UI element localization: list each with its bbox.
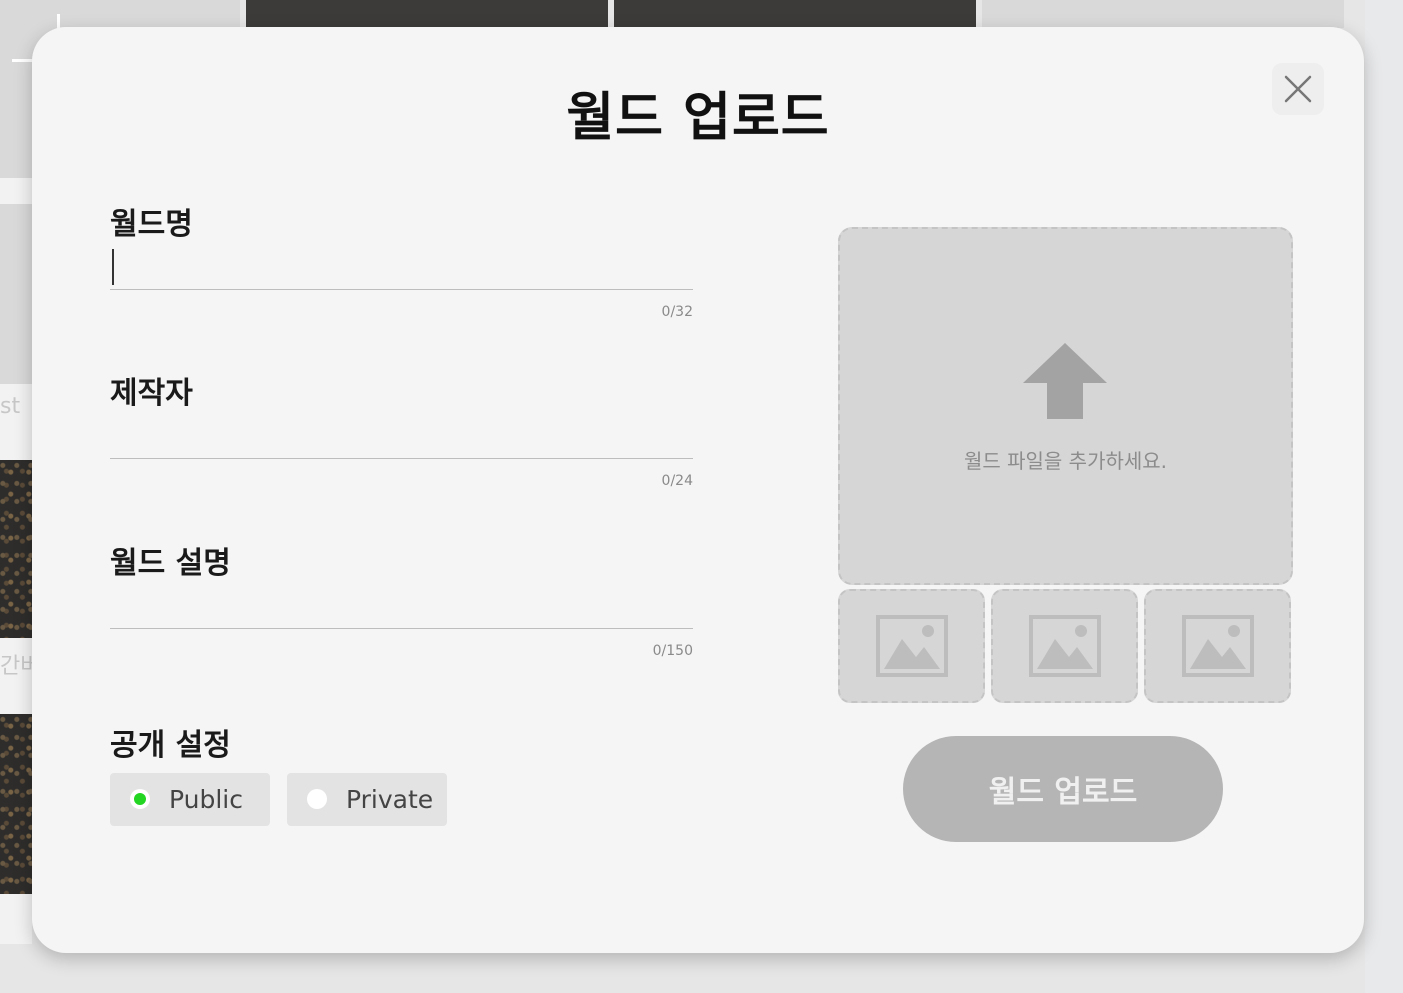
upload-submit-button[interactable]: 월드 업로드: [903, 736, 1223, 842]
bg-tile: [0, 178, 32, 204]
bg-scrollbar: [1365, 0, 1403, 993]
thumbnail-slot[interactable]: [838, 589, 985, 703]
thumbnail-slot[interactable]: [1144, 589, 1291, 703]
world-upload-modal: 월드 업로드 월드명 0/32 제작자 0/24 월드 설명 0/150 공개 …: [32, 27, 1364, 953]
modal-title: 월드 업로드: [566, 88, 830, 148]
visibility-label: 공개 설정: [110, 728, 231, 763]
radio-private[interactable]: Private: [287, 773, 447, 826]
creator-counter: 0/24: [661, 473, 693, 489]
radio-public[interactable]: Public: [110, 773, 270, 826]
world-name-counter: 0/32: [661, 304, 693, 320]
radio-dot-selected: [130, 789, 150, 809]
description-counter: 0/150: [652, 643, 693, 659]
world-name-input[interactable]: [110, 245, 693, 290]
close-icon: [1284, 75, 1312, 103]
description-input[interactable]: [110, 584, 693, 629]
thumbnail-slot[interactable]: [991, 589, 1138, 703]
upload-arrow-icon: [1023, 343, 1107, 419]
bg-tile: [0, 460, 32, 638]
image-placeholder-icon: [1029, 615, 1101, 677]
bg-tile: [982, 0, 1344, 28]
description-label: 월드 설명: [110, 546, 231, 581]
bg-tile: [246, 0, 608, 28]
close-button[interactable]: [1272, 63, 1324, 115]
visibility-setting: 공개 설정 Public Private: [110, 720, 693, 826]
image-placeholder-icon: [1182, 615, 1254, 677]
bg-add-icon: [12, 14, 60, 62]
radio-private-label: Private: [346, 785, 434, 814]
creator-label: 제작자: [110, 376, 193, 411]
radio-public-label: Public: [169, 785, 243, 814]
radio-dot: [307, 789, 327, 809]
image-placeholder-icon: [876, 615, 948, 677]
bg-tile: [0, 894, 32, 944]
text-caret: [112, 249, 114, 285]
bg-tile: [614, 0, 976, 28]
world-file-dropzone[interactable]: 월드 파일을 추가하세요.: [838, 227, 1293, 585]
upload-hint: 월드 파일을 추가하세요.: [963, 449, 1168, 473]
bg-text: st: [0, 394, 21, 419]
bg-tile: [0, 714, 32, 894]
creator-input[interactable]: [110, 414, 693, 459]
world-name-label: 월드명: [110, 207, 193, 242]
bg-tile: [0, 204, 32, 384]
